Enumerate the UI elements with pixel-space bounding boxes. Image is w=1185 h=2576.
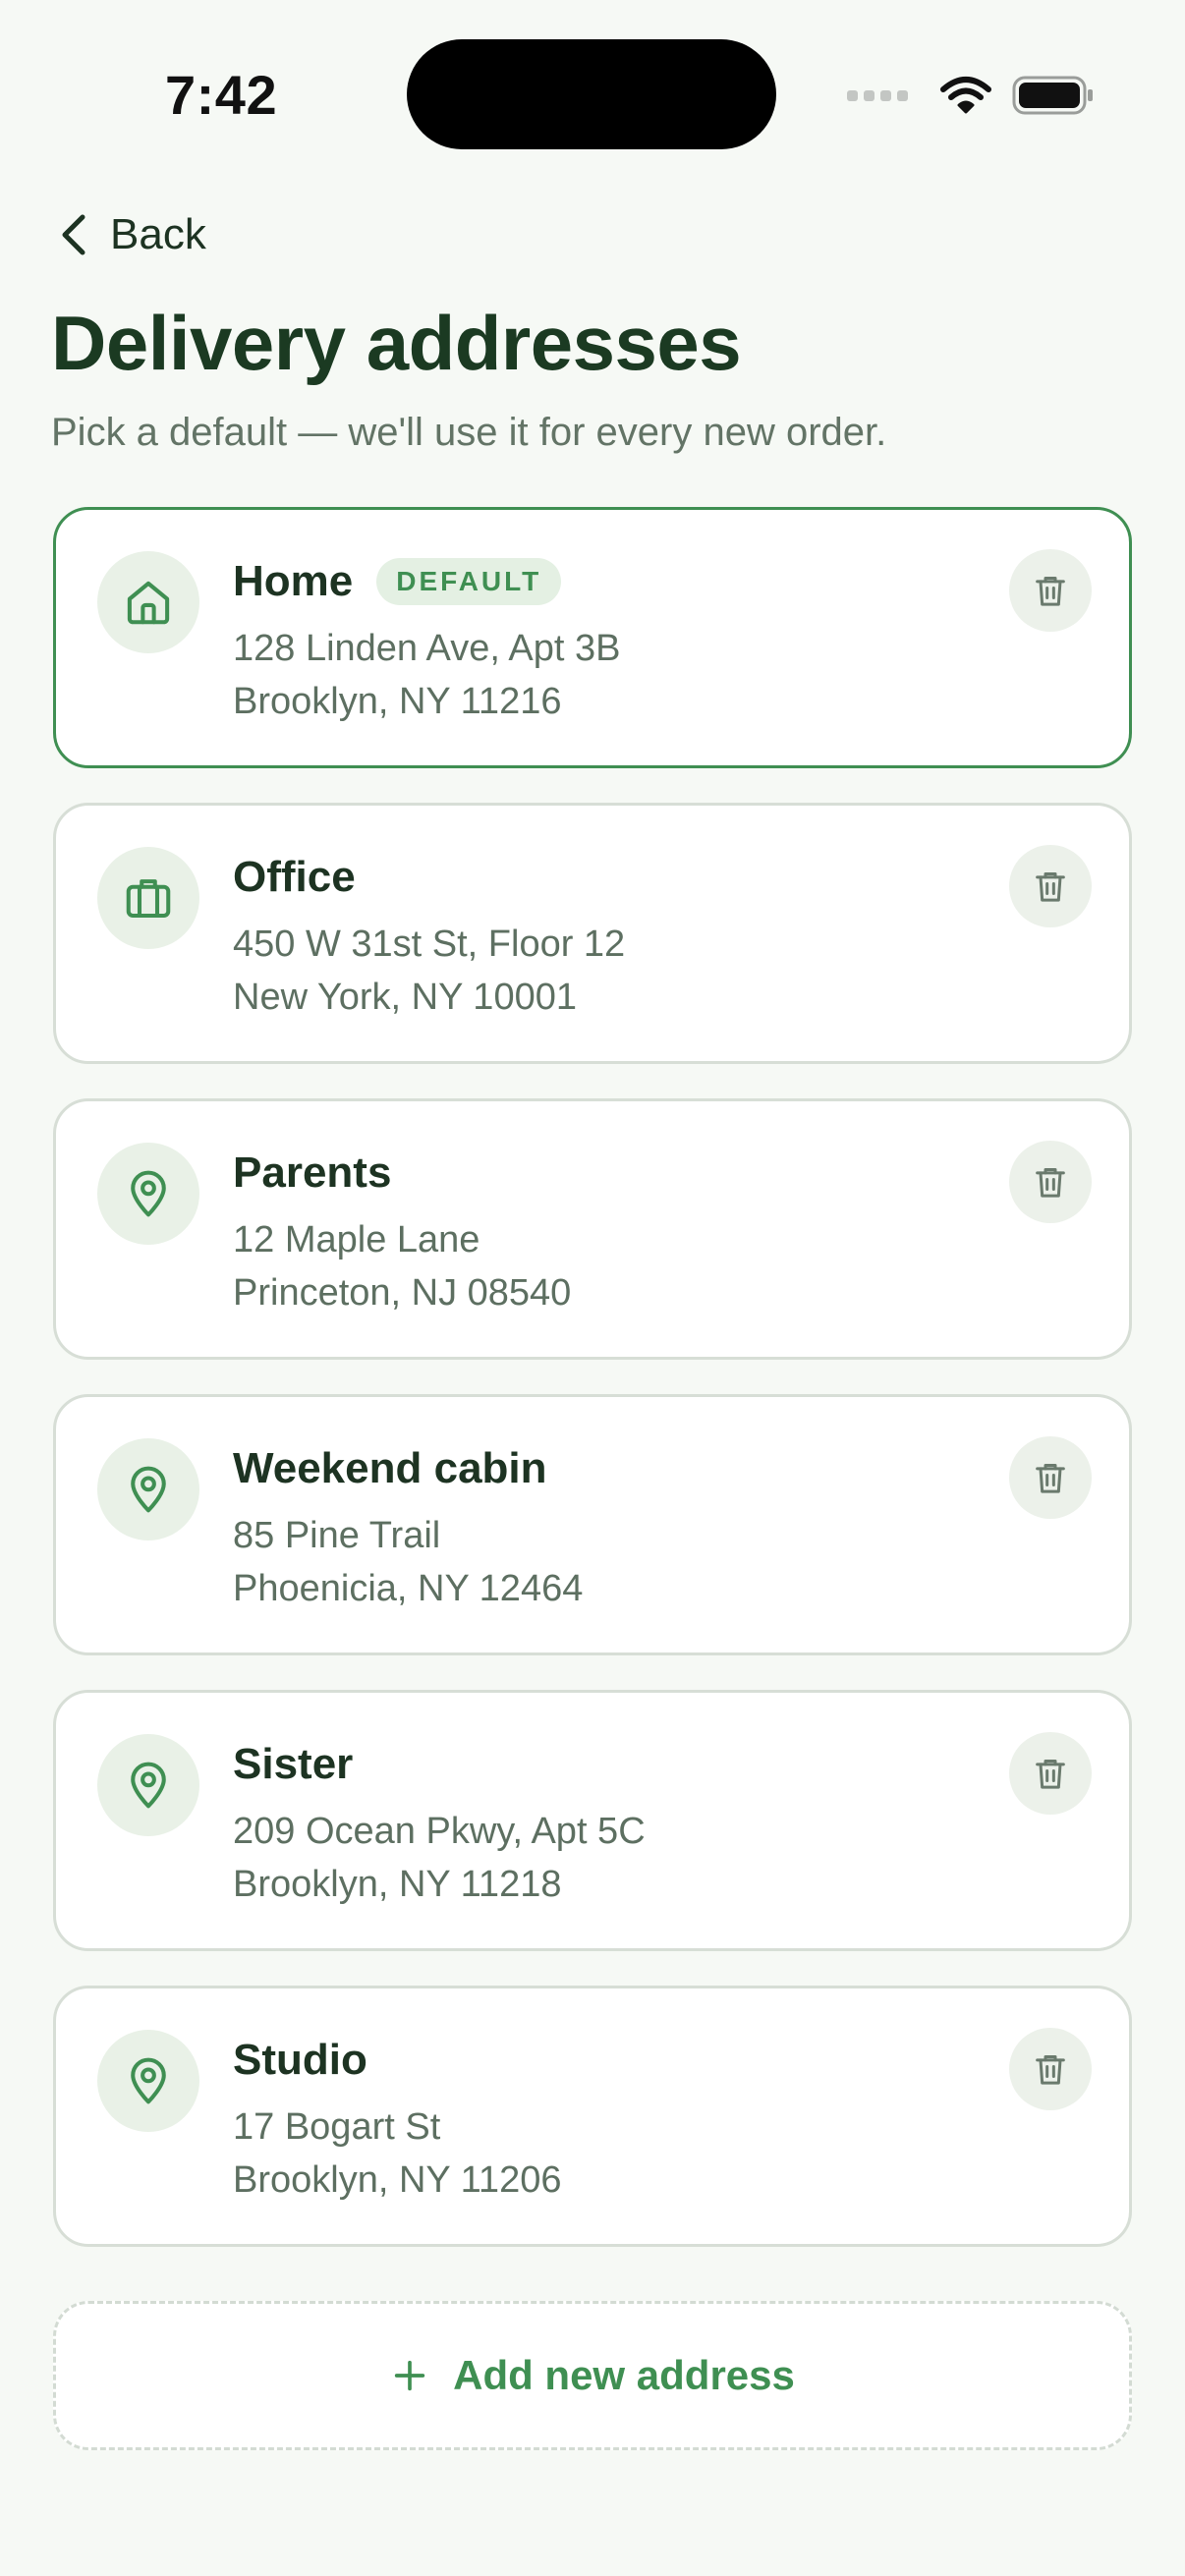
delete-address-button[interactable] [1009,1732,1092,1815]
back-button[interactable]: Back [59,200,206,269]
address-card-home[interactable]: Home DEFAULT 128 Linden Ave, Apt 3B Broo… [53,507,1132,768]
address-card-weekend-cabin[interactable]: Weekend cabin 85 Pine Trail Phoenicia, N… [53,1394,1132,1655]
status-time: 7:42 [165,64,278,126]
address-name-row: Office [233,853,356,902]
page-title: Delivery addresses [51,300,742,386]
chevron-left-icon [62,214,85,255]
map-pin-icon [97,1438,199,1540]
address-line1: 12 Maple Lane [233,1219,480,1260]
battery-icon [1012,76,1093,115]
delete-address-button[interactable] [1009,845,1092,927]
trash-icon [1036,1464,1065,1493]
delete-address-button[interactable] [1009,1436,1092,1519]
address-name: Sister [233,1740,354,1788]
back-label: Back [110,210,206,258]
address-line1: 209 Ocean Pkwy, Apt 5C [233,1811,646,1852]
map-pin-icon [97,1143,199,1245]
address-name: Weekend cabin [233,1444,547,1492]
default-badge: DEFAULT [376,558,562,605]
address-name: Home [233,557,354,605]
delete-address-button[interactable] [1009,549,1092,632]
address-line1: 450 W 31st St, Floor 12 [233,924,626,965]
trash-icon [1036,2055,1065,2085]
add-new-address-label: Add new address [453,2352,795,2398]
address-name-row: Parents [233,1148,391,1198]
address-line2: Phoenicia, NY 12464 [233,1568,584,1609]
address-line2: Princeton, NJ 08540 [233,1272,572,1314]
page-subtitle: Pick a default — we'll use it for every … [51,411,887,454]
address-name-row: Studio [233,2036,367,2085]
address-card-studio[interactable]: Studio 17 Bogart St Brooklyn, NY 11206 [53,1986,1132,2247]
address-line1: 17 Bogart St [233,2106,441,2148]
trash-icon [1036,1168,1065,1198]
status-bar: 7:42 [0,0,1185,187]
map-pin-icon [97,2030,199,2132]
address-name: Parents [233,1148,392,1197]
address-name-row: Home DEFAULT [233,557,562,606]
address-card-parents[interactable]: Parents 12 Maple Lane Princeton, NJ 0854… [53,1098,1132,1360]
plus-icon [394,2360,425,2391]
address-line1: 128 Linden Ave, Apt 3B [233,628,621,669]
address-line2: Brooklyn, NY 11216 [233,681,562,722]
address-card-office[interactable]: Office 450 W 31st St, Floor 12 New York,… [53,803,1132,1064]
map-pin-icon [97,1734,199,1836]
home-icon [97,551,199,653]
dynamic-island [407,39,776,149]
trash-icon [1036,872,1065,902]
delete-address-button[interactable] [1009,2028,1092,2110]
address-name: Studio [233,2036,367,2084]
address-line2: Brooklyn, NY 11206 [233,2159,562,2201]
address-name-row: Weekend cabin [233,1444,547,1493]
address-name-row: Sister [233,1740,353,1789]
address-line1: 85 Pine Trail [233,1515,441,1556]
cellular-signal-icon [847,89,908,101]
trash-icon [1036,577,1065,606]
address-name: Office [233,853,356,901]
trash-icon [1036,1760,1065,1789]
wifi-icon [940,77,991,114]
status-icons [847,71,1095,120]
address-card-sister[interactable]: Sister 209 Ocean Pkwy, Apt 5C Brooklyn, … [53,1690,1132,1951]
address-line2: Brooklyn, NY 11218 [233,1864,562,1905]
briefcase-icon [97,847,199,949]
address-line2: New York, NY 10001 [233,977,577,1018]
add-new-address-button[interactable]: Add new address [53,2301,1132,2450]
delete-address-button[interactable] [1009,1141,1092,1223]
